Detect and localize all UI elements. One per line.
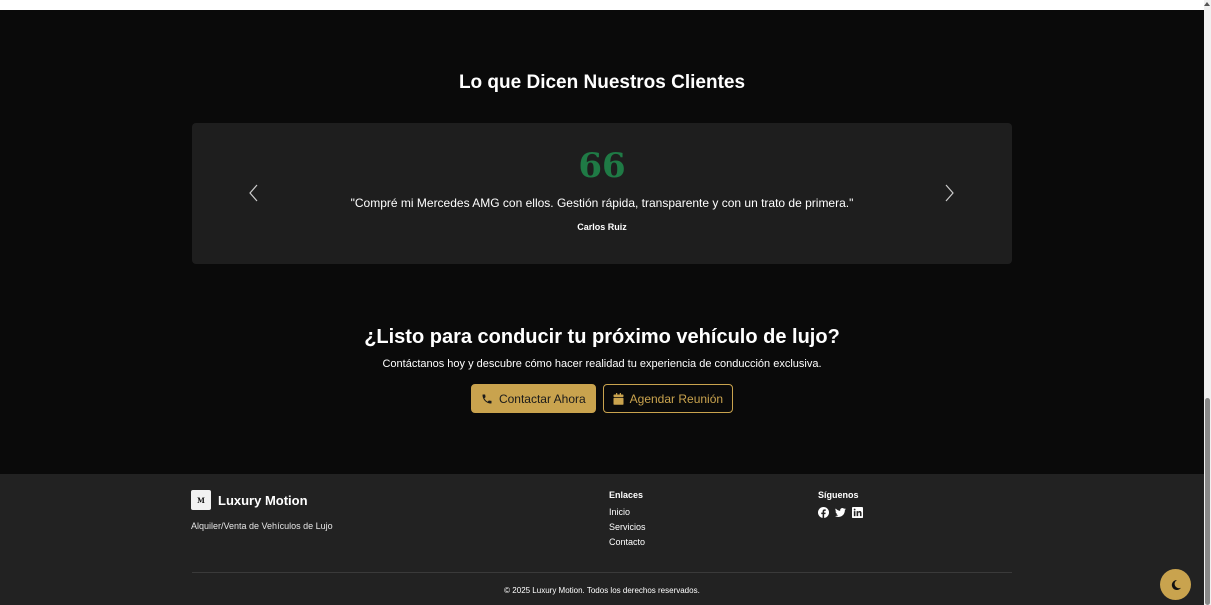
testimonials-title: Lo que Dicen Nuestros Clientes [458,72,746,93]
footer-link-servicios[interactable]: Servicios [609,520,646,535]
contact-now-button[interactable]: Contactar Ahora [470,384,596,413]
cta-title: ¿Listo para conducir tu próximo vehículo… [364,326,840,348]
footer-brand[interactable]: M Luxury Motion [191,490,308,510]
theme-toggle-button[interactable] [1160,569,1191,600]
chevron-right-icon [945,184,954,202]
calendar-icon [613,392,624,405]
carousel-next-button[interactable] [942,183,956,203]
social-icons [818,505,863,518]
testimonial-carousel: 66 "Compré mi Mercedes AMG con ellos. Ge… [192,123,1012,264]
footer-links: Enlaces Inicio Servicios Contacto [609,490,646,550]
quote-icon: 66 [578,146,626,186]
schedule-meeting-button[interactable]: Agendar Reunión [602,384,734,413]
scroll-up-icon[interactable] [1204,2,1210,6]
brand-tagline: Alquiler/Venta de Vehículos de Lujo [191,521,333,531]
page: Lo que Dicen Nuestros Clientes 66 "Compr… [0,10,1204,605]
site-footer: M Luxury Motion Alquiler/Venta de Vehícu… [0,474,1204,605]
facebook-icon[interactable] [818,505,829,518]
scrollbar[interactable] [1204,0,1211,605]
footer-link-inicio[interactable]: Inicio [609,505,646,520]
testimonial-author: Carlos Ruiz [577,222,627,232]
brand-logo: M [191,490,211,510]
moon-icon [1171,579,1181,590]
scrollbar-thumb[interactable] [1205,398,1210,605]
schedule-meeting-label: Agendar Reunión [629,391,724,406]
social-heading: Síguenos [818,490,859,500]
contact-now-label: Contactar Ahora [498,391,586,406]
footer-divider [192,572,1012,573]
linkedin-icon[interactable] [852,505,863,518]
copyright: © 2025 Luxury Motion. Todos los derechos… [504,586,700,595]
brand-name: Luxury Motion [218,492,308,508]
cta-subtitle: Contáctanos hoy y descubre cómo hacer re… [382,358,822,370]
twitter-icon[interactable] [835,505,846,517]
footer-social: Síguenos [818,490,863,518]
testimonial-quote: "Compré mi Mercedes AMG con ellos. Gesti… [350,196,854,210]
cta-buttons: Contactar Ahora Agendar Reunión [0,384,1204,413]
links-heading: Enlaces [609,490,644,500]
previous-section-edge [0,0,1204,10]
footer-link-contacto[interactable]: Contacto [609,535,646,550]
phone-icon [482,394,492,403]
